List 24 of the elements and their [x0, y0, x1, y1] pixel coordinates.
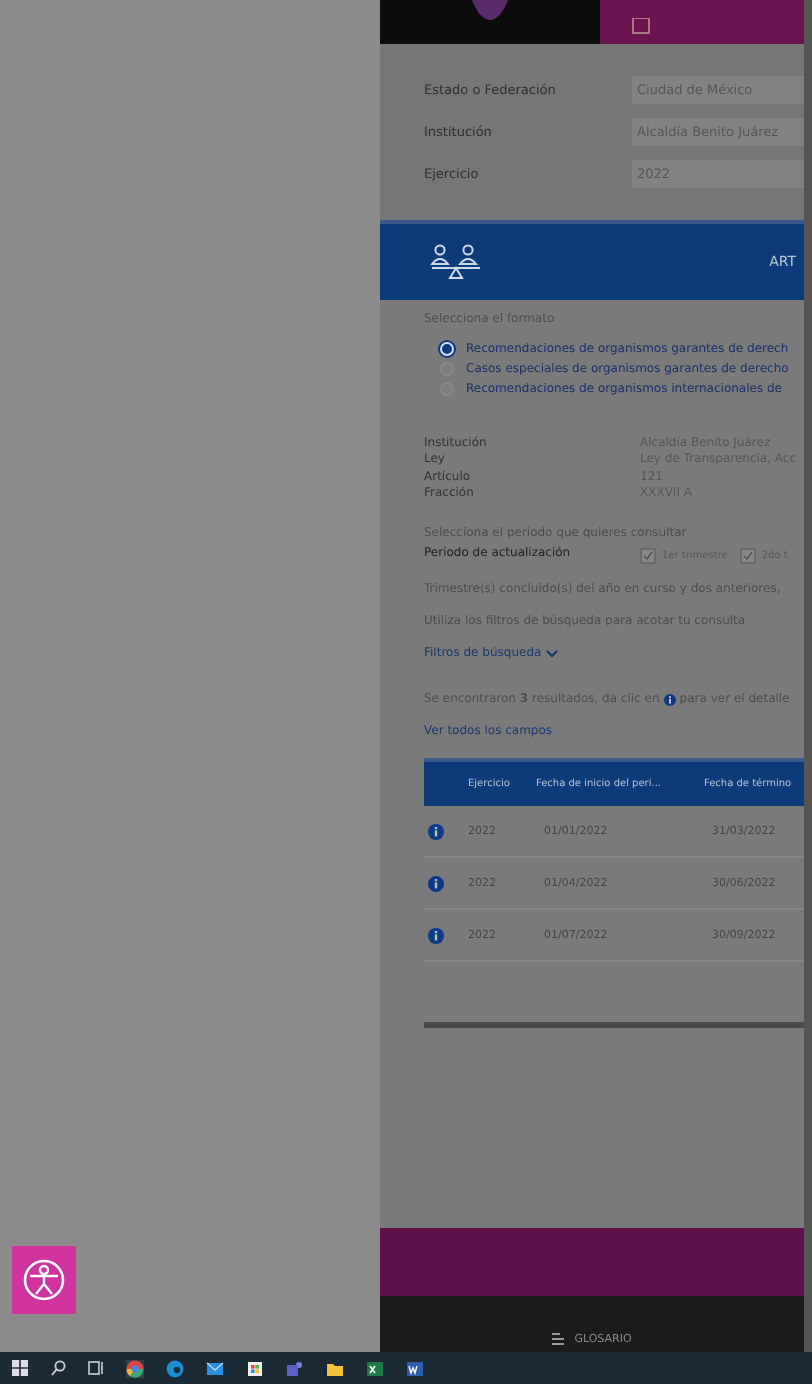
logo-icon [472, 0, 508, 20]
info-icon[interactable] [428, 823, 444, 839]
accessibility-button[interactable] [12, 1246, 76, 1314]
checkbox[interactable] [640, 548, 656, 564]
store-icon[interactable] [246, 1359, 264, 1377]
glossary-icon [552, 1332, 567, 1346]
people-balance-icon [430, 242, 482, 282]
task-view-icon[interactable] [88, 1360, 104, 1376]
excel-icon[interactable] [366, 1359, 384, 1377]
accessibility-icon [22, 1258, 66, 1302]
checkbox[interactable] [739, 548, 756, 564]
radio-button[interactable] [440, 361, 454, 375]
info-icon [663, 693, 676, 705]
browser-icon[interactable] [126, 1359, 144, 1377]
search-icon[interactable] [50, 1360, 66, 1376]
word-icon[interactable] [406, 1359, 424, 1377]
chevron-down-icon [545, 649, 558, 657]
folder-icon[interactable] [326, 1359, 344, 1377]
mail-icon[interactable] [206, 1359, 224, 1377]
document-icon [632, 18, 650, 34]
horizontal-scrollbar[interactable] [424, 1022, 804, 1028]
info-icon[interactable] [428, 927, 444, 943]
info-icon[interactable] [428, 875, 444, 891]
windows-start-icon[interactable] [12, 1360, 28, 1376]
